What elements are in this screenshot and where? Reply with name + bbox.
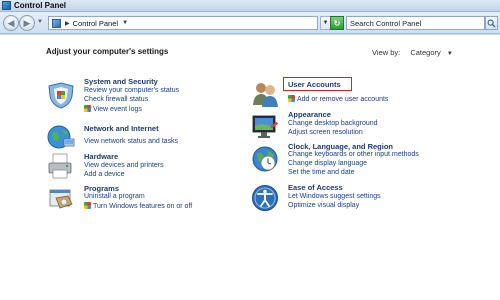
navigation-bar: ◀ ▶ ▼ ▶ Control Panel ▼ ▼ ↻ Search Contr… xyxy=(0,12,500,34)
link-view-event-logs-row[interactable]: View event logs xyxy=(84,105,142,113)
system-security-icon xyxy=(48,82,74,109)
view-by-control: View by: Category ▼ xyxy=(372,48,453,57)
link-adjust-resolution[interactable]: Adjust screen resolution xyxy=(288,129,363,136)
category-title-user-accounts[interactable]: User Accounts xyxy=(288,80,341,89)
category-title-appearance[interactable]: Appearance xyxy=(288,110,331,119)
link-review-status[interactable]: Review your computer's status xyxy=(84,87,179,94)
link-change-keyboards[interactable]: Change keyboards or other input methods xyxy=(288,151,419,158)
clock-globe-icon xyxy=(252,146,278,172)
breadcrumb-separator-icon[interactable]: ▶ xyxy=(65,20,70,27)
hardware-printer-icon xyxy=(48,153,72,179)
category-title-clock-language-region[interactable]: Clock, Language, and Region xyxy=(288,142,393,151)
uac-shield-icon xyxy=(288,95,295,102)
breadcrumb-control-panel[interactable]: Control Panel xyxy=(73,19,118,28)
forward-button[interactable]: ▶ xyxy=(19,15,35,31)
uac-shield-icon xyxy=(84,105,91,112)
link-check-firewall[interactable]: Check firewall status xyxy=(84,96,148,103)
link-uninstall-program[interactable]: Uninstall a program xyxy=(84,193,145,200)
network-internet-icon xyxy=(47,125,75,149)
breadcrumb-chevron-down-icon[interactable]: ▼ xyxy=(122,20,128,26)
search-button[interactable] xyxy=(485,16,498,30)
refresh-button[interactable]: ↻ xyxy=(330,16,344,30)
recent-pages-dropdown[interactable]: ▼ xyxy=(37,19,43,25)
refresh-icon: ↻ xyxy=(333,18,341,28)
uac-shield-icon xyxy=(84,202,91,209)
control-panel-icon xyxy=(2,1,11,10)
search-input[interactable]: Search Control Panel xyxy=(346,16,485,30)
address-bar[interactable]: ▶ Control Panel ▼ xyxy=(48,16,318,30)
link-view-network-status[interactable]: View network status and tasks xyxy=(84,138,178,145)
view-by-dropdown[interactable]: Category xyxy=(410,48,440,57)
link-suggest-settings[interactable]: Let Windows suggest settings xyxy=(288,193,381,200)
link-change-display-language[interactable]: Change display language xyxy=(288,160,367,167)
category-title-network-internet[interactable]: Network and Internet xyxy=(84,124,159,133)
link-view-event-logs[interactable]: View event logs xyxy=(93,106,142,113)
link-add-remove-accounts[interactable]: Add or remove user accounts xyxy=(297,96,388,103)
page-title: Adjust your computer's settings xyxy=(46,47,169,56)
category-title-programs[interactable]: Programs xyxy=(84,184,119,193)
window-title: Control Panel xyxy=(14,1,67,10)
appearance-icon xyxy=(252,115,279,138)
link-optimize-display[interactable]: Optimize visual display xyxy=(288,202,359,209)
link-windows-features-row[interactable]: Turn Windows features on or off xyxy=(84,202,192,210)
search-icon xyxy=(487,19,496,28)
view-by-label: View by: xyxy=(372,48,401,57)
title-bar: Control Panel xyxy=(0,0,500,12)
link-set-time-date[interactable]: Set the time and date xyxy=(288,169,355,176)
ease-of-access-icon xyxy=(252,185,278,211)
chevron-down-icon[interactable]: ▼ xyxy=(447,51,453,57)
control-panel-icon xyxy=(52,18,61,28)
link-change-background[interactable]: Change desktop background xyxy=(288,120,378,127)
search-placeholder: Search Control Panel xyxy=(350,18,422,28)
link-add-device[interactable]: Add a device xyxy=(84,171,124,178)
programs-icon xyxy=(49,189,73,209)
category-title-ease-of-access[interactable]: Ease of Access xyxy=(288,183,343,192)
category-title-system-security[interactable]: System and Security xyxy=(84,77,158,86)
category-title-hardware[interactable]: Hardware xyxy=(84,152,118,161)
link-add-remove-accounts-row[interactable]: Add or remove user accounts xyxy=(288,95,388,103)
link-view-devices-printers[interactable]: View devices and printers xyxy=(84,162,164,169)
back-button[interactable]: ◀ xyxy=(3,15,19,31)
link-windows-features[interactable]: Turn Windows features on or off xyxy=(93,203,192,210)
user-accounts-icon xyxy=(253,83,278,107)
